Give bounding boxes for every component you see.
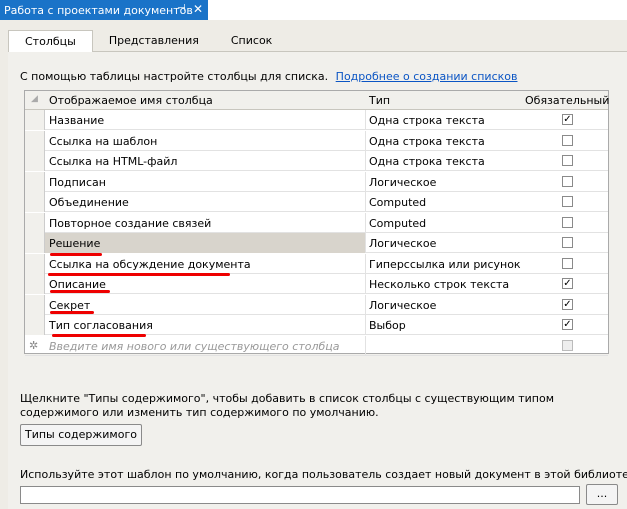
required-checkbox[interactable] <box>562 196 573 207</box>
tab-list[interactable]: Список <box>215 30 288 52</box>
annotation-underline <box>52 334 146 337</box>
header-type[interactable]: Тип <box>369 94 390 107</box>
row-selector[interactable] <box>25 213 45 233</box>
table-row[interactable]: Ссылка на шаблон Одна строка текста <box>25 131 608 151</box>
table-row[interactable]: Ссылка на HTML-файл Одна строка текста <box>25 151 608 171</box>
column-type-cell[interactable]: Одна строка текста <box>369 114 485 127</box>
column-divider <box>365 295 366 315</box>
column-type-cell[interactable]: Одна строка текста <box>369 135 485 148</box>
column-name-cell[interactable]: Решение <box>49 237 100 250</box>
required-checkbox[interactable] <box>562 135 573 146</box>
row-selector[interactable] <box>25 254 45 274</box>
annotation-underline <box>50 290 110 293</box>
column-divider <box>365 151 366 171</box>
pin-icon[interactable]: ⊣ <box>177 3 186 14</box>
annotation-underline <box>50 253 102 256</box>
column-name-cell[interactable]: Повторное создание связей <box>49 217 211 230</box>
column-divider <box>365 131 366 151</box>
column-name-cell[interactable]: Подписан <box>49 176 106 189</box>
template-note: Используйте этот шаблон по умолчанию, ко… <box>20 468 627 481</box>
content-types-button[interactable]: Типы содержимого <box>20 424 142 446</box>
table-row[interactable]: Подписан Логическое <box>25 172 608 192</box>
required-checkbox[interactable] <box>562 258 573 269</box>
columns-help: С помощью таблицы настройте столбцы для … <box>20 70 517 83</box>
close-icon[interactable]: ✕ <box>193 2 203 16</box>
required-checkbox[interactable] <box>562 340 573 351</box>
new-row-star-icon: ✲ <box>29 339 39 352</box>
column-type-cell[interactable]: Computed <box>369 196 426 209</box>
column-divider <box>365 192 366 212</box>
column-name-cell[interactable]: Ссылка на шаблон <box>49 135 157 148</box>
column-type-cell[interactable]: Несколько строк текста <box>369 278 509 291</box>
column-divider <box>365 274 366 294</box>
column-name-cell[interactable]: Название <box>49 114 104 127</box>
sort-triangle-icon: ◢ <box>31 94 38 104</box>
new-column-row[interactable]: ✲ Введите имя нового или существующего ст… <box>25 336 608 356</box>
row-selector[interactable] <box>25 192 45 212</box>
browse-button[interactable]: ... <box>586 484 618 505</box>
row-selector[interactable] <box>25 315 45 335</box>
required-checkbox[interactable]: ✓ <box>562 114 573 125</box>
designer-tabs: Столбцы Представления Список <box>8 30 288 52</box>
tab-columns[interactable]: Столбцы <box>8 30 93 52</box>
column-divider <box>365 336 366 356</box>
column-divider <box>365 110 366 130</box>
column-type-cell[interactable]: Логическое <box>369 237 436 250</box>
table-row[interactable]: Описание Несколько строк текста ✓ <box>25 274 608 294</box>
column-divider <box>365 213 366 233</box>
grid-header: ◢ Отображаемое имя столбца Тип Обязатель… <box>25 91 609 110</box>
column-divider <box>365 254 366 274</box>
columns-grid: ◢ Отображаемое имя столбца Тип Обязатель… <box>24 90 609 356</box>
required-checkbox[interactable] <box>562 237 573 248</box>
row-selector[interactable] <box>25 172 45 192</box>
learn-more-link[interactable]: Подробнее о создании списков <box>336 70 518 83</box>
required-checkbox[interactable] <box>562 176 573 187</box>
table-row[interactable]: Секрет Логическое ✓ <box>25 295 608 315</box>
help-text: С помощью таблицы настройте столбцы для … <box>20 70 329 83</box>
column-name-cell[interactable]: Объединение <box>49 196 129 209</box>
table-row[interactable]: Объединение Computed <box>25 192 608 212</box>
row-selector[interactable] <box>25 274 45 294</box>
column-type-cell[interactable]: Одна строка текста <box>369 155 485 168</box>
document-tab-title: Работа с проектами документов <box>4 3 193 17</box>
tab-views[interactable]: Представления <box>93 30 215 52</box>
template-path-input[interactable] <box>20 486 580 504</box>
column-type-cell[interactable]: Логическое <box>369 299 436 312</box>
required-checkbox[interactable]: ✓ <box>562 319 573 330</box>
row-selector[interactable] <box>25 110 45 130</box>
column-divider <box>365 172 366 192</box>
document-tab-strip: Работа с проектами документов ⊣ ✕ <box>0 0 627 20</box>
header-name[interactable]: Отображаемое имя столбца <box>49 94 213 107</box>
content-types-note: Щелкните "Типы содержимого", чтобы добав… <box>20 392 555 419</box>
table-row[interactable]: Тип согласования Выбор ✓ <box>25 315 608 335</box>
row-selector[interactable] <box>25 233 45 253</box>
annotation-underline <box>50 311 94 314</box>
column-type-cell[interactable]: Выбор <box>369 319 406 332</box>
column-name-cell[interactable]: Тип согласования <box>49 319 153 332</box>
header-required[interactable]: Обязательный <box>525 94 609 107</box>
row-selector[interactable] <box>25 151 45 171</box>
column-name-cell[interactable]: Ссылка на HTML-файл <box>49 155 177 168</box>
table-row[interactable]: Название Одна строка текста ✓ <box>25 110 608 130</box>
new-column-input[interactable]: Введите имя нового или существующего сто… <box>49 340 340 353</box>
required-checkbox[interactable]: ✓ <box>562 278 573 289</box>
row-selector[interactable] <box>25 131 45 151</box>
row-selector[interactable] <box>25 295 45 315</box>
table-row[interactable]: Повторное создание связей Computed <box>25 213 608 233</box>
column-divider <box>365 315 366 335</box>
table-row[interactable]: Решение Логическое <box>25 233 608 253</box>
column-type-cell[interactable]: Гиперссылка или рисунок <box>369 258 521 271</box>
document-tab[interactable]: Работа с проектами документов ⊣ ✕ <box>0 0 208 20</box>
required-checkbox[interactable]: ✓ <box>562 299 573 310</box>
column-type-cell[interactable]: Computed <box>369 217 426 230</box>
annotation-underline <box>48 273 230 276</box>
column-name-cell[interactable]: Ссылка на обсуждение документа <box>49 258 251 271</box>
column-type-cell[interactable]: Логическое <box>369 176 436 189</box>
required-checkbox[interactable] <box>562 155 573 166</box>
required-checkbox[interactable] <box>562 217 573 228</box>
column-divider <box>365 233 366 253</box>
table-row[interactable]: Ссылка на обсуждение документа Гиперссылк… <box>25 254 608 274</box>
